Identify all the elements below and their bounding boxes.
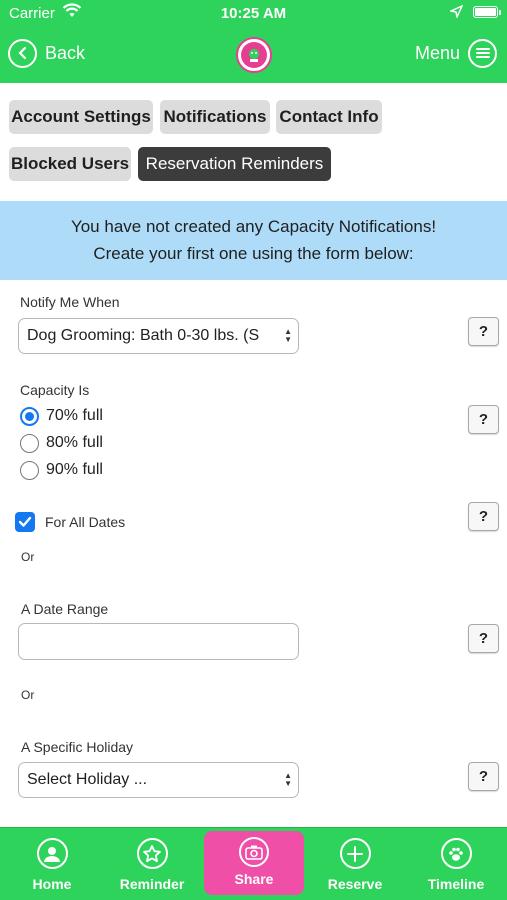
notice-line-2: Create your first one using the form bel… [93,244,414,263]
empty-notice-banner: You have not created any Capacity Notifi… [0,201,507,280]
select-arrows-icon: ▲ ▼ [284,327,292,344]
battery-icon [473,6,501,18]
capacity-option-90[interactable]: 90% full [20,459,103,481]
person-icon [36,838,68,869]
app-header: Carrier 10:25 AM Back Menu [0,0,507,83]
help-button-all-dates[interactable]: ? [468,502,499,531]
tab-reminder[interactable]: Reminder [102,828,202,900]
capacity-option-label: 80% full [46,434,103,451]
bottom-tab-bar: Home Reminder Share Reserve Timeline [0,827,507,900]
app-screen: Carrier 10:25 AM Back Menu Account Setti… [0,0,507,900]
plus-icon [339,838,371,869]
tab-reserve-label: Reserve [327,876,383,892]
all-dates-label: For All Dates [45,514,126,530]
holiday-select[interactable]: Select Holiday ... ▲ ▼ [18,762,299,798]
tab-timeline-label: Timeline [427,876,485,892]
tab-blocked-users[interactable]: Blocked Users [9,147,131,181]
hamburger-icon [468,38,497,68]
tab-reservation-reminders[interactable]: Reservation Reminders [138,147,331,181]
capacity-option-label: 70% full [46,407,103,424]
tab-notifications[interactable]: Notifications [160,100,270,134]
app-logo [236,37,272,73]
menu-label: Menu [414,42,460,63]
help-button-notify[interactable]: ? [468,317,499,346]
holiday-select-value: Select Holiday ... [27,771,148,788]
notice-line-1: You have not created any Capacity Notifi… [70,217,437,236]
service-select-value: Dog Grooming: Bath 0-30 lbs. (S [27,327,260,344]
capacity-option-80[interactable]: 80% full [20,432,103,454]
tab-share-label: Share [234,871,274,887]
capacity-label: Capacity Is [20,382,90,398]
status-bar: Carrier 10:25 AM [0,0,507,28]
clock: 10:25 AM [220,5,287,22]
star-icon [136,838,168,869]
camera-icon [239,837,269,867]
tab-reserve[interactable]: Reserve [305,828,405,900]
notify-label: Notify Me When [20,294,120,310]
tab-home-label: Home [32,876,72,892]
holiday-label: A Specific Holiday [21,739,134,755]
chevron-left-icon [8,38,37,68]
date-range-input[interactable] [18,623,299,660]
menu-button[interactable]: Menu [415,38,497,68]
location-arrow-icon [448,4,464,22]
capacity-option-label: 90% full [46,461,103,478]
radio-unchecked-icon [20,460,39,480]
service-select[interactable]: Dog Grooming: Bath 0-30 lbs. (S ▲ ▼ [18,318,299,354]
back-button[interactable]: Back [8,38,85,68]
tab-reminder-label: Reminder [119,876,185,892]
tab-contact-info[interactable]: Contact Info [276,100,382,134]
help-button-date-range[interactable]: ? [468,624,499,653]
all-dates-checkbox[interactable]: For All Dates [15,511,125,533]
checkmark-icon [15,512,35,532]
back-label: Back [45,42,86,63]
capacity-option-70[interactable]: 70% full [20,405,103,427]
radio-checked-icon [20,406,39,426]
select-arrows-icon: ▲ ▼ [284,771,292,788]
radio-unchecked-icon [20,433,39,453]
tab-home[interactable]: Home [2,828,102,900]
help-button-capacity[interactable]: ? [468,405,499,434]
help-button-holiday[interactable]: ? [468,762,499,791]
tab-timeline[interactable]: Timeline [406,828,506,900]
tab-account-settings[interactable]: Account Settings [9,100,153,134]
date-range-label: A Date Range [21,601,109,617]
paw-icon [440,838,472,869]
or-separator: Or [21,688,35,702]
tab-share[interactable]: Share [204,831,304,895]
or-separator: Or [21,550,35,564]
